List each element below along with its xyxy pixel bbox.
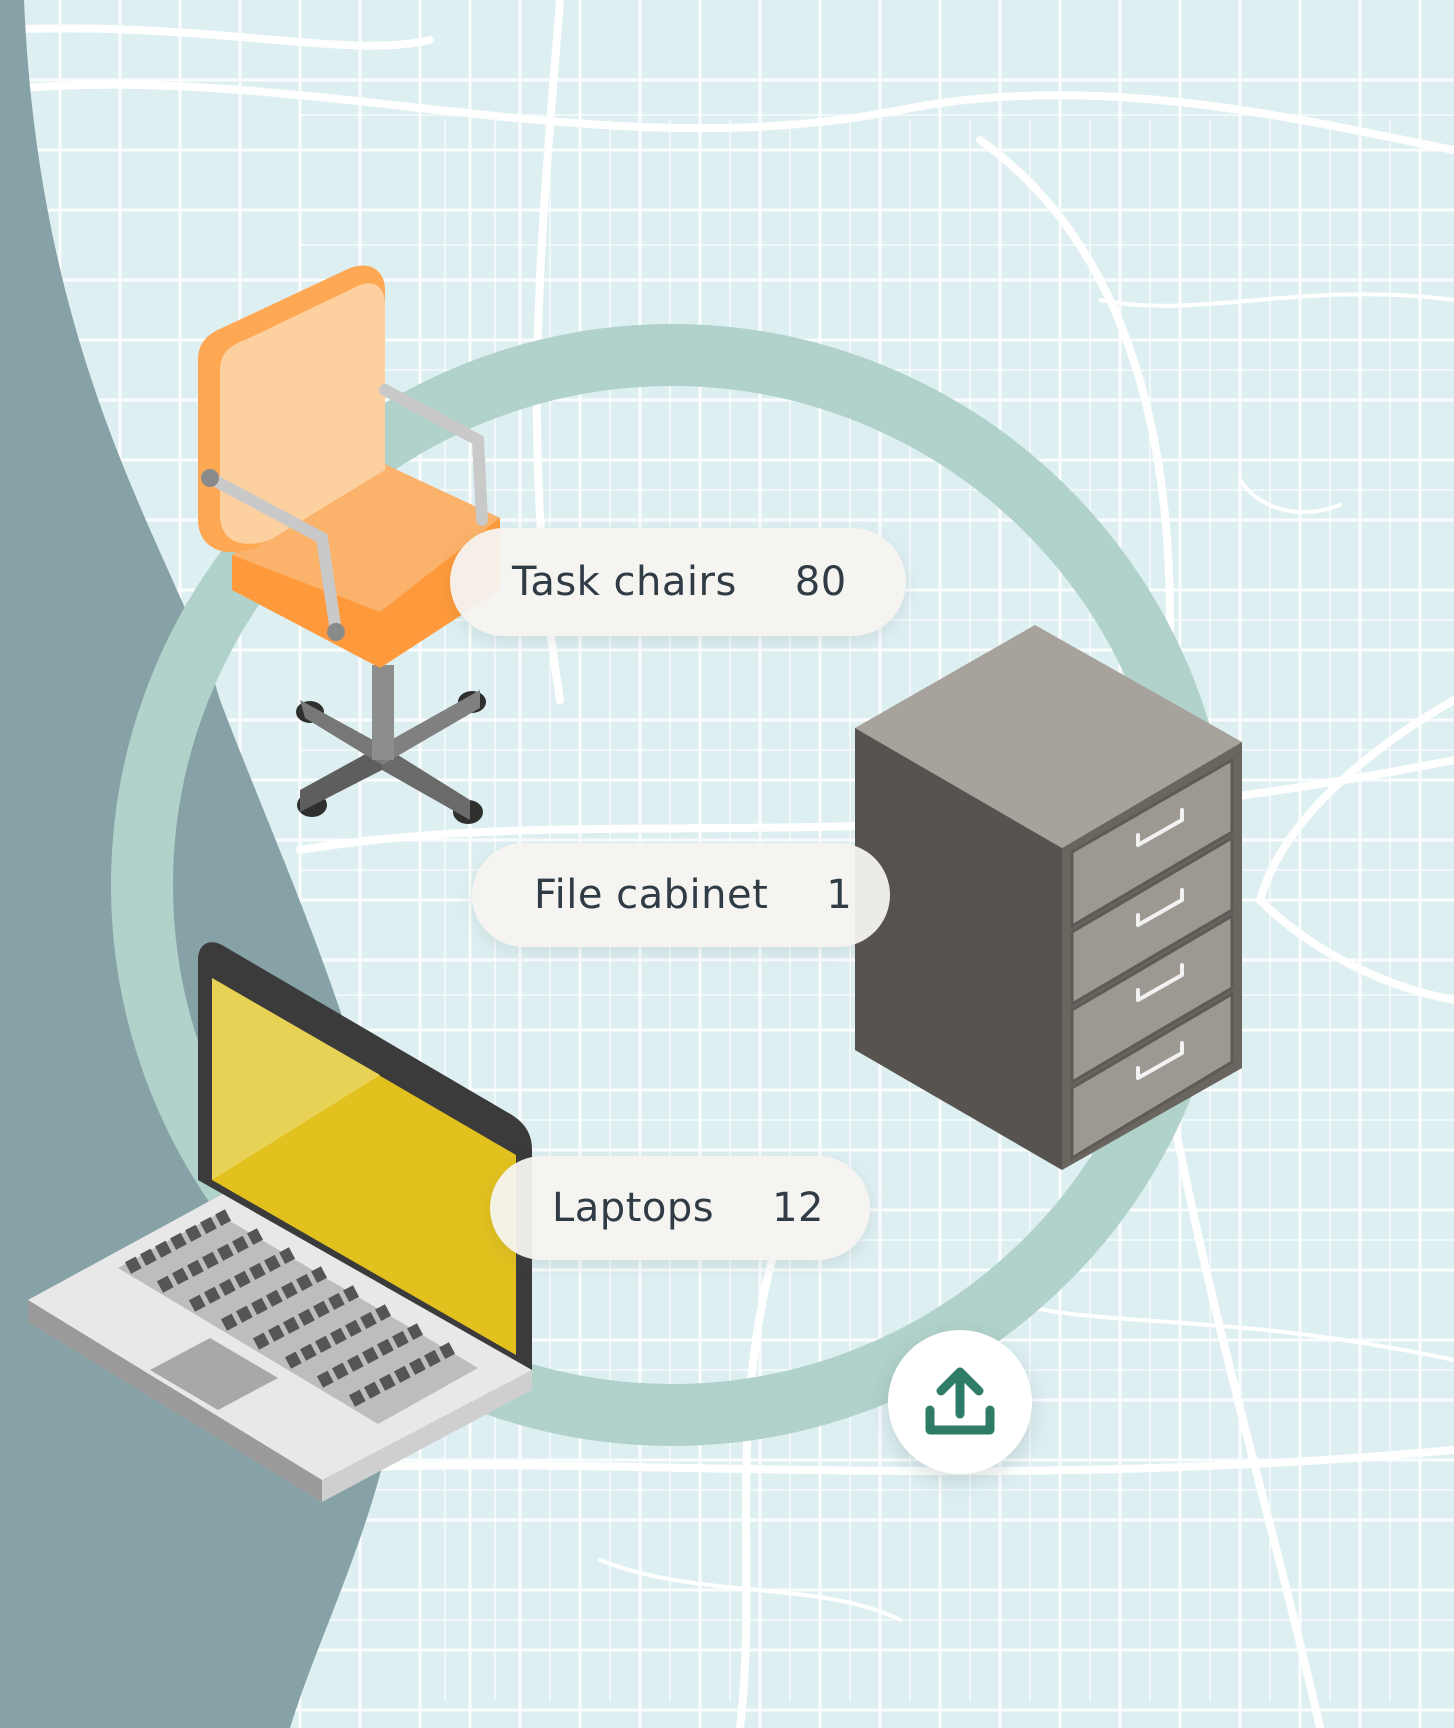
item-label: Task chairs: [512, 559, 737, 605]
item-label: Laptops: [552, 1185, 715, 1231]
upload-icon: [925, 1367, 995, 1435]
item-count: 80: [794, 559, 847, 605]
item-count: 12: [772, 1185, 824, 1231]
inventory-pill-file-cabinet: File cabinet 1: [472, 843, 890, 947]
inventory-pill-laptops: Laptops 12: [490, 1156, 870, 1260]
upload-button[interactable]: [888, 1330, 1032, 1474]
inventory-pill-task-chairs: Task chairs 80: [450, 528, 906, 636]
item-label: File cabinet: [534, 872, 769, 918]
item-count: 1: [826, 872, 853, 918]
